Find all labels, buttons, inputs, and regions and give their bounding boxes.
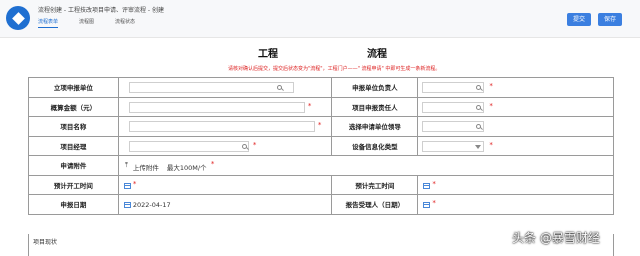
applicant-unit-input[interactable] [128, 82, 294, 93]
form-row: 项目经理 * 设备信息化类型 * [29, 136, 615, 156]
required-marker: * [489, 101, 493, 110]
label-unit-head: 申报单位负责人 [332, 78, 419, 98]
label-applicant-unit: 立项申报单位 [29, 78, 119, 98]
top-bar: 流程创建 - 工程技改项目申请、评审流程 - 创建 流程表单 流程图 流程状态 … [0, 0, 640, 38]
search-icon[interactable] [276, 85, 282, 90]
tab-flowchart[interactable]: 流程图 [79, 18, 94, 28]
submit-button[interactable]: 提交 [567, 13, 592, 26]
upload-size-hint: 最大100M/个 [166, 164, 207, 172]
required-marker: * [132, 179, 137, 188]
app-logo-icon [6, 6, 30, 30]
label-receiver: 报告受理人（日期） [332, 195, 419, 215]
required-marker: * [432, 179, 436, 188]
label-start-date: 预计开工时间 [29, 175, 119, 195]
search-icon[interactable] [476, 104, 482, 110]
label-device-type: 设备信息化类型 [332, 136, 419, 156]
applicant-unit-cell [118, 78, 333, 98]
label-report-date: 申报日期 [29, 195, 119, 215]
required-marker: * [307, 101, 312, 110]
required-marker: * [489, 82, 493, 90]
required-marker: * [210, 160, 215, 168]
attachment-cell: ⤒ 上传附件 最大100M/个 * [118, 156, 614, 176]
chevron-down-icon[interactable] [475, 144, 482, 149]
end-date-cell: * [418, 175, 615, 195]
label-project-manager: 项目经理 [29, 136, 119, 156]
label-leader: 选择申请单位领导 [332, 117, 419, 137]
watermark: 头条 @暴雪财经 [512, 231, 600, 245]
save-button[interactable]: 保存 [598, 13, 623, 26]
budget-input[interactable] [128, 101, 305, 113]
calendar-icon[interactable] [423, 182, 431, 189]
device-type-cell: * [418, 136, 615, 156]
project-manager-cell: * [118, 136, 333, 156]
project-owner-cell: * [418, 97, 615, 117]
budget-cell: * [118, 97, 333, 117]
form-row: 申报日期 2022-04-17 报告受理人（日期） * [29, 195, 615, 215]
application-form: 立项申报单位 申报单位负责人 * 概算金额（元） * 项目申报责任人 * 项目名… [28, 77, 615, 215]
project-owner-input[interactable] [422, 101, 485, 113]
required-marker: * [489, 140, 493, 149]
breadcrumb: 流程创建 - 工程技改项目申请、评审流程 - 创建 [38, 7, 164, 14]
tab-status[interactable]: 流程状态 [115, 18, 135, 28]
leader-cell [418, 117, 615, 137]
upload-button[interactable]: 上传附件 [133, 162, 159, 172]
label-project-owner: 项目申报责任人 [332, 97, 419, 117]
search-icon[interactable] [476, 85, 482, 90]
project-manager-input[interactable] [128, 140, 249, 152]
calendar-icon[interactable] [423, 202, 431, 208]
upload-icon[interactable]: ⤒ [125, 161, 128, 170]
label-attachment: 申请附件 [29, 156, 119, 176]
report-date-cell: 2022-04-17 [118, 195, 333, 215]
project-name-input[interactable] [128, 121, 315, 132]
form-title-left: 工程 [258, 49, 278, 60]
search-icon[interactable] [241, 143, 247, 149]
calendar-icon[interactable] [123, 202, 131, 208]
receiver-cell: * [418, 195, 615, 215]
tab-form[interactable]: 流程表单 [38, 18, 59, 28]
form-row: 项目名称 * 选择申请单位领导 [29, 117, 615, 137]
start-date-cell: * [118, 175, 333, 195]
search-icon[interactable] [476, 124, 482, 129]
label-budget: 概算金额（元） [29, 97, 119, 117]
required-marker: * [432, 199, 436, 207]
leader-input[interactable] [422, 121, 485, 132]
label-end-date: 预计完工时间 [332, 175, 419, 195]
label-project-status: 项目现状 [33, 239, 58, 246]
unit-head-input[interactable] [422, 82, 485, 93]
project-name-cell: * [118, 117, 333, 137]
form-row: 申请附件 ⤒ 上传附件 最大100M/个 * [29, 156, 614, 176]
required-marker: * [317, 121, 322, 129]
form-row: 预计开工时间 * 预计完工时间 * [29, 175, 615, 195]
form-row: 立项申报单位 申报单位负责人 * [29, 78, 615, 98]
label-project-name: 项目名称 [29, 117, 119, 137]
report-date-value[interactable]: 2022-04-17 [133, 201, 171, 209]
form-title-right: 流程 [367, 49, 387, 60]
calendar-icon[interactable] [123, 182, 131, 189]
tab-bar: 流程表单 流程图 流程状态 [38, 18, 156, 28]
required-marker: * [252, 140, 257, 149]
notice-text: 请核对确认后提交，提交后状态变为"流程"，工程门户——" 流程申请" 中即可生成… [228, 66, 441, 72]
unit-head-cell: * [418, 78, 615, 98]
form-row: 概算金额（元） * 项目申报责任人 * [29, 97, 615, 117]
